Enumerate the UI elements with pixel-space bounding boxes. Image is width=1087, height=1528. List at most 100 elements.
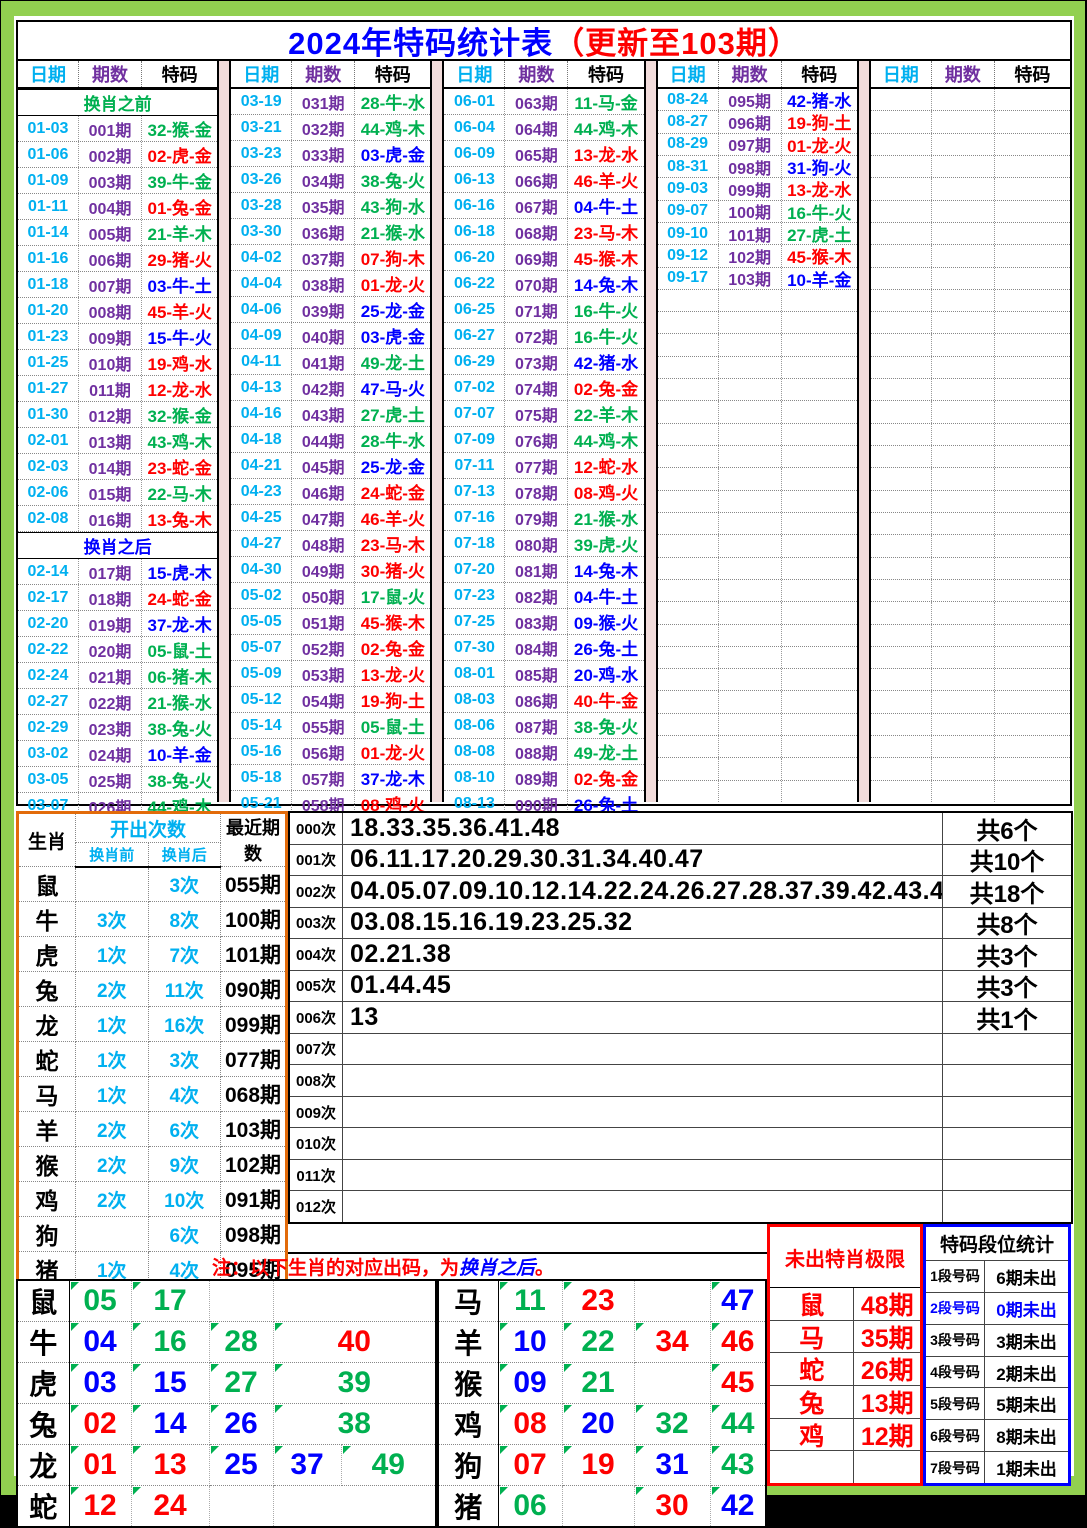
code-number-cell: 30 [634, 1485, 711, 1527]
after-count-cell: 16次 [148, 1006, 221, 1042]
frequency-count [942, 1096, 1071, 1128]
date-cell: 04-30 [231, 557, 293, 582]
date-cell [658, 401, 719, 423]
zodiac-codes-row: 鸡 08 20 32 44 [438, 1403, 766, 1445]
segment-row: 1段号码 6期未出 [926, 1261, 1068, 1293]
period-cell: 083期 [505, 609, 569, 634]
result-row-empty [870, 557, 1071, 580]
result-row: 02-14 017期 15-虎-木 [18, 559, 218, 585]
code-cell: 21-猴-水 [573, 510, 639, 529]
zodiac-name-cell: 龙 [17, 1444, 70, 1486]
column-header-period: 期数 [79, 61, 142, 87]
zodiac-stats-row: 狗 6次 098期 [17, 1216, 287, 1252]
code-cell [995, 312, 1070, 333]
before-count-cell [75, 866, 149, 902]
period-cell: 004期 [79, 194, 142, 219]
after-count-cell: 6次 [148, 1216, 221, 1252]
code-number-cell: 46 [710, 1321, 766, 1363]
period-cell: 055期 [292, 713, 356, 738]
recent-period-cell: 101期 [220, 936, 287, 972]
date-cell: 05-05 [231, 609, 293, 634]
period-cell: 017期 [79, 559, 142, 584]
period-cell: 007期 [79, 272, 142, 297]
code-cell: 45-猴-木 [787, 248, 852, 267]
zodiac-name-cell: 鼠 [17, 1280, 70, 1322]
date-cell [658, 356, 719, 379]
date-cell [871, 758, 932, 780]
result-row: 03-26 034期 38-兔-火 [231, 167, 431, 193]
date-cell: 07-20 [444, 557, 506, 582]
frequency-numbers: 18.33.35.36.41.48 [350, 813, 561, 842]
date-cell [658, 736, 719, 758]
after-count-cell: 4次 [148, 1076, 221, 1112]
result-row: 02-01 013期 43-鸡-木 [18, 428, 218, 454]
period-cell: 042期 [292, 375, 356, 400]
period-cell [932, 446, 995, 468]
date-cell: 04-23 [231, 479, 293, 504]
period-cell: 101期 [719, 222, 782, 245]
result-group-header: 日期 期数 特码 [18, 61, 218, 89]
period-cell: 068期 [505, 219, 569, 244]
period-cell: 039期 [292, 297, 356, 322]
period-cell: 096期 [719, 111, 782, 133]
zodiac-name-cell: 鼠 [17, 866, 76, 902]
result-row-empty [657, 356, 857, 380]
segment-value: 2期未出 [996, 1364, 1057, 1384]
segment-stats-rows: 1段号码 6期未出 2段号码 0期未出 3段号码 3期未出 4段号码 2期未出 5段号码 5期未出… [926, 1261, 1068, 1484]
recent-period-cell: 068期 [220, 1076, 287, 1112]
code-cell [782, 401, 857, 422]
zodiac-name-cell: 牛 [17, 901, 76, 937]
zodiac-codes-row: 马 11 23 47 [438, 1280, 766, 1322]
after-count-cell: 9次 [148, 1146, 221, 1182]
zodiac-stats-row: 马 1次 4次 068期 [17, 1076, 287, 1112]
period-cell: 076期 [505, 427, 569, 452]
date-cell: 07-25 [444, 609, 506, 634]
result-row: 01-25 010期 19-鸡-水 [18, 350, 218, 376]
period-cell: 015期 [79, 480, 142, 505]
result-row-empty [657, 379, 857, 402]
date-cell [871, 111, 932, 133]
frequency-table: 000次 18.33.35.36.41.48 共6个 001次 06.11.17.20.… [288, 811, 1073, 1224]
result-row: 05-12 054期 19-狗-土 [231, 687, 431, 713]
date-cell: 03-19 [231, 89, 293, 114]
code-cell [995, 446, 1070, 467]
code-number-cell [634, 1362, 711, 1404]
code-cell: 22-羊-木 [573, 406, 639, 425]
zodiac-name-cell: 蛇 [17, 1041, 76, 1077]
zodiac-name-cell: 牛 [17, 1321, 70, 1363]
date-cell: 08-31 [658, 155, 719, 178]
result-row: 04-16 043期 27-虎-土 [231, 401, 431, 427]
date-cell: 01-16 [18, 246, 79, 271]
date-cell [658, 646, 719, 669]
code-cell: 38-兔-火 [147, 772, 212, 791]
column-header-code: 特码 [801, 65, 838, 85]
period-cell [932, 111, 995, 133]
missing-zodiac-row [770, 1451, 920, 1484]
column-header-code: 特码 [161, 65, 198, 85]
date-cell: 01-23 [18, 324, 79, 349]
date-cell [871, 669, 932, 691]
period-cell: 056期 [292, 739, 356, 764]
result-row: 04-30 049期 30-猪-火 [231, 557, 431, 583]
section-row: 换肖之前 [18, 89, 218, 116]
result-row-empty [870, 200, 1071, 223]
result-row: 01-16 006期 29-猪-火 [18, 246, 218, 272]
code-number-cell: 22 [562, 1321, 635, 1363]
code-cell: 06-猪-木 [147, 668, 212, 687]
before-count-cell: 3次 [75, 901, 149, 937]
result-row: 06-04 064期 44-鸡-木 [444, 115, 644, 141]
date-cell: 04-18 [231, 427, 293, 452]
date-cell: 06-13 [444, 167, 506, 192]
result-row: 01-30 012期 32-猴-金 [18, 402, 218, 428]
segment-label: 3段号码 [926, 1324, 985, 1356]
code-cell [782, 558, 857, 579]
period-cell [932, 780, 995, 802]
date-cell: 02-29 [18, 715, 79, 740]
date-cell: 02-17 [18, 585, 79, 610]
code-number-cell: 32 [634, 1403, 711, 1445]
before-count-cell: 2次 [75, 971, 149, 1007]
date-cell: 02-27 [18, 689, 79, 714]
code-cell [782, 625, 857, 646]
column-header-date: 日期 [18, 61, 79, 87]
result-row: 02-22 020期 05-鼠-土 [18, 637, 218, 663]
